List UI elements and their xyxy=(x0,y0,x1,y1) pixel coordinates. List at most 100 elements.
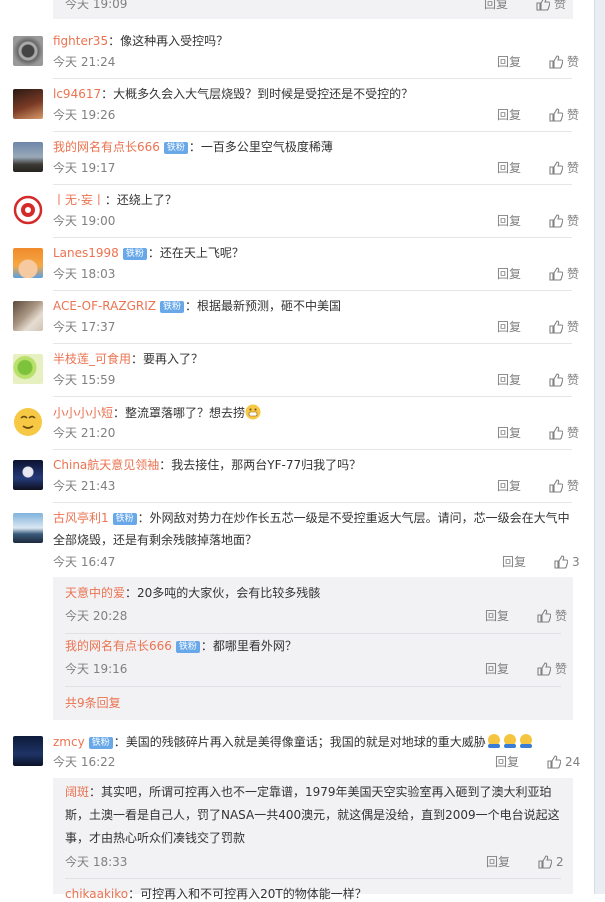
like-count[interactable]: 2 xyxy=(556,855,564,869)
comment-text: ：还绕上了？ xyxy=(104,193,177,207)
reply-button[interactable]: 回复 xyxy=(497,320,521,334)
thumbs-up-icon[interactable] xyxy=(537,662,552,676)
comment-username[interactable]: 丨无·妄丨 xyxy=(53,193,105,207)
reply-button[interactable]: 回复 xyxy=(497,55,521,69)
reply-button[interactable]: 回复 xyxy=(497,214,521,228)
divider xyxy=(53,290,572,291)
thumbs-up-icon[interactable] xyxy=(549,161,564,175)
thumbs-up-icon[interactable] xyxy=(549,426,564,440)
fan-badge: 铁粉 xyxy=(112,513,137,525)
reply-thread: 天意中的爱：20多吨的大家伙，会有比较多残骸 今天 20:28 回复赞 我的网名… xyxy=(53,577,573,720)
avatar[interactable] xyxy=(13,36,43,66)
comment-text: ：大概多久会入大气层烧毁？到时候是受控还是不受控的？ xyxy=(101,87,414,101)
comment-username[interactable]: zmcy xyxy=(53,735,85,749)
avatar[interactable] xyxy=(13,460,43,490)
divider xyxy=(65,878,561,879)
reply-text-line3: 事，才由热心听众们凑钱交了罚款 xyxy=(65,831,246,845)
reply-text: ：都哪里看外网？ xyxy=(200,639,297,653)
like-button[interactable]: 赞 xyxy=(555,609,567,623)
reply-username[interactable]: chikaakiko xyxy=(65,887,128,901)
comment-username[interactable]: China航天意见领袖 xyxy=(53,458,159,472)
avatar[interactable] xyxy=(13,248,43,278)
divider xyxy=(53,343,572,344)
thumbs-up-icon[interactable] xyxy=(538,855,553,869)
scrollbar-track[interactable] xyxy=(594,0,605,894)
reply-time: 今天 19:16 xyxy=(65,662,128,676)
comment-text: ：整流罩落哪了？想去捞 xyxy=(113,406,246,420)
comment-time: 今天 21:43 xyxy=(53,479,116,493)
like-button[interactable]: 赞 xyxy=(567,479,579,493)
avatar[interactable] xyxy=(13,407,43,437)
like-button[interactable]: 赞 xyxy=(567,267,579,281)
like-button[interactable]: 赞 xyxy=(567,320,579,334)
reply-button[interactable]: 回复 xyxy=(486,855,510,869)
comment-text: ：外网敌对势力在炒作长五芯一级是不受控重返大气层。请问，芯一级会在大气中 xyxy=(137,511,570,525)
reply-username[interactable]: 阔斑 xyxy=(65,785,89,799)
grin-emoji-icon xyxy=(245,404,261,420)
like-button[interactable]: 赞 xyxy=(555,662,567,676)
reply-button[interactable]: 回复 xyxy=(497,373,521,387)
comment-username[interactable]: ACE-OF-RAZGRIZ xyxy=(53,299,156,313)
comment-username[interactable]: 古风亭利1 xyxy=(53,511,109,525)
comment-text: ：还在天上飞呢？ xyxy=(147,246,244,260)
divider xyxy=(53,449,572,450)
comment-username[interactable]: 小小小小短 xyxy=(53,406,113,420)
like-count[interactable]: 3 xyxy=(572,555,580,569)
thumbs-up-icon[interactable] xyxy=(549,55,564,69)
thumbs-up-icon[interactable] xyxy=(549,214,564,228)
thumbs-up-icon[interactable] xyxy=(549,373,564,387)
like-button[interactable]: 赞 xyxy=(554,0,566,11)
divider xyxy=(65,633,561,634)
comment-time: 今天 16:22 xyxy=(53,755,116,769)
reply-button[interactable]: 回复 xyxy=(497,479,521,493)
like-button[interactable]: 赞 xyxy=(567,214,579,228)
reply-button[interactable]: 回复 xyxy=(502,555,526,569)
comment-username[interactable]: 半枝莲_可食用 xyxy=(53,352,131,366)
divider xyxy=(65,686,561,687)
like-button[interactable]: 赞 xyxy=(567,373,579,387)
thumbs-up-icon[interactable] xyxy=(549,479,564,493)
comment-username[interactable]: 我的网名有点长666 xyxy=(53,140,160,154)
reply-username[interactable]: 我的网名有点长666 xyxy=(65,639,172,653)
reply-button[interactable]: 回复 xyxy=(497,267,521,281)
like-count[interactable]: 24 xyxy=(565,755,580,769)
fan-badge: 铁粉 xyxy=(122,248,147,260)
divider xyxy=(53,78,572,79)
thumbs-up-icon[interactable] xyxy=(536,0,551,11)
avatar[interactable] xyxy=(13,301,43,331)
thumbs-up-icon[interactable] xyxy=(549,320,564,334)
reply-button[interactable]: 回复 xyxy=(484,0,508,11)
reply-button[interactable]: 回复 xyxy=(485,662,509,676)
comment-username[interactable]: fighter35 xyxy=(53,34,108,48)
reply-button[interactable]: 回复 xyxy=(485,609,509,623)
avatar[interactable] xyxy=(13,354,43,384)
comment-text: ：像这种再入受控吗？ xyxy=(108,34,229,48)
view-all-replies-link[interactable]: 共9条回复 xyxy=(65,694,121,711)
avatar[interactable] xyxy=(13,736,43,766)
doge-emoji-icon xyxy=(519,734,532,748)
like-button[interactable]: 赞 xyxy=(567,55,579,69)
reply-button[interactable]: 回复 xyxy=(495,755,519,769)
comment-username[interactable]: lc94617 xyxy=(53,87,101,101)
like-button[interactable]: 赞 xyxy=(567,108,579,122)
reply-button[interactable]: 回复 xyxy=(497,426,521,440)
avatar[interactable] xyxy=(13,89,43,119)
like-button[interactable]: 赞 xyxy=(567,161,579,175)
comment-time: 今天 21:24 xyxy=(53,55,116,69)
reply-time: 今天 18:33 xyxy=(65,855,128,869)
thumbs-up-icon[interactable] xyxy=(547,755,562,769)
reply-text: ：可控再入和不可控再入20T的物体能一样？ xyxy=(128,887,367,901)
avatar[interactable] xyxy=(13,195,43,225)
avatar[interactable] xyxy=(13,513,43,543)
like-button[interactable]: 赞 xyxy=(567,426,579,440)
reply-button[interactable]: 回复 xyxy=(497,161,521,175)
thumbs-up-icon[interactable] xyxy=(549,267,564,281)
thumbs-up-icon[interactable] xyxy=(554,555,569,569)
avatar[interactable] xyxy=(13,142,43,172)
reply-username[interactable]: 天意中的爱 xyxy=(65,586,125,600)
comment-username[interactable]: Lanes1998 xyxy=(53,246,119,260)
reply-button[interactable]: 回复 xyxy=(497,108,521,122)
fan-badge: 铁粉 xyxy=(159,301,184,313)
thumbs-up-icon[interactable] xyxy=(549,108,564,122)
thumbs-up-icon[interactable] xyxy=(537,609,552,623)
